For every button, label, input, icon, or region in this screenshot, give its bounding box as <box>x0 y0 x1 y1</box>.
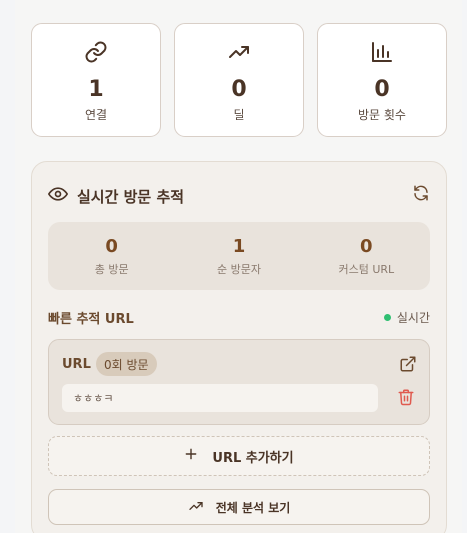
stat-value: 0 <box>374 77 390 102</box>
summary-label: 총 방문 <box>94 263 129 276</box>
realtime-tracking-card: 실시간 방문 추적 0 총 방문 1 순 방문자 0 커스텀 URL 빠른 추적… <box>31 161 447 533</box>
stat-label: 딜 <box>233 108 245 122</box>
tracking-summary: 0 총 방문 1 순 방문자 0 커스텀 URL <box>48 222 430 290</box>
tracking-url-item: URL 0회 방문 <box>48 339 430 425</box>
stat-value: 0 <box>231 77 247 102</box>
stat-card-visits: 0 방문 횟수 <box>317 23 447 137</box>
stat-card-connections: 1 연결 <box>31 23 161 137</box>
quick-tracking-title: 빠른 추적 URL <box>48 312 134 327</box>
url-input[interactable] <box>62 384 378 412</box>
add-url-label: URL 추가하기 <box>212 450 294 466</box>
live-dot-icon <box>383 314 391 321</box>
trending-up-icon <box>227 40 251 64</box>
plus-icon <box>184 447 198 465</box>
visit-count-badge: 0회 방문 <box>96 352 157 376</box>
summary-value: 1 <box>232 236 246 257</box>
stat-label: 연결 <box>84 108 108 122</box>
refresh-button[interactable] <box>410 184 432 206</box>
summary-total-visits: 0 총 방문 <box>48 222 175 290</box>
stat-value: 1 <box>88 77 104 102</box>
trending-up-icon <box>188 498 204 517</box>
eye-icon <box>48 184 68 208</box>
view-analytics-button[interactable]: 전체 분석 보기 <box>48 489 430 525</box>
summary-value: 0 <box>360 236 373 257</box>
live-label: 실시간 <box>396 311 430 325</box>
tracking-header: 실시간 방문 추적 <box>48 184 184 208</box>
stat-card-deals: 0 딜 <box>174 23 304 137</box>
link-icon <box>84 40 108 64</box>
view-analytics-label: 전체 분석 보기 <box>215 500 291 515</box>
live-indicator: 실시간 <box>383 309 430 326</box>
url-label: URL <box>62 357 91 372</box>
summary-custom-url: 0 커스텀 URL <box>303 222 430 290</box>
summary-label: 커스텀 URL <box>338 263 395 276</box>
summary-value: 0 <box>105 236 118 257</box>
bar-chart-icon <box>370 40 394 64</box>
summary-label: 순 방문자 <box>217 263 261 276</box>
stat-label: 방문 횟수 <box>358 108 406 122</box>
summary-unique-visitors: 1 순 방문자 <box>175 222 302 290</box>
external-link-icon[interactable] <box>399 355 417 373</box>
dashboard-panel: 1 연결 0 딜 0 방문 횟수 실시간 방문 추적 0 총 방문 1 순 방문… <box>15 0 462 533</box>
refresh-icon <box>412 184 430 206</box>
stat-cards: 1 연결 0 딜 0 방문 횟수 <box>31 23 447 137</box>
add-url-button[interactable]: URL 추가하기 <box>48 436 430 476</box>
tracking-title: 실시간 방문 추적 <box>77 187 185 206</box>
trash-icon[interactable] <box>397 388 415 406</box>
